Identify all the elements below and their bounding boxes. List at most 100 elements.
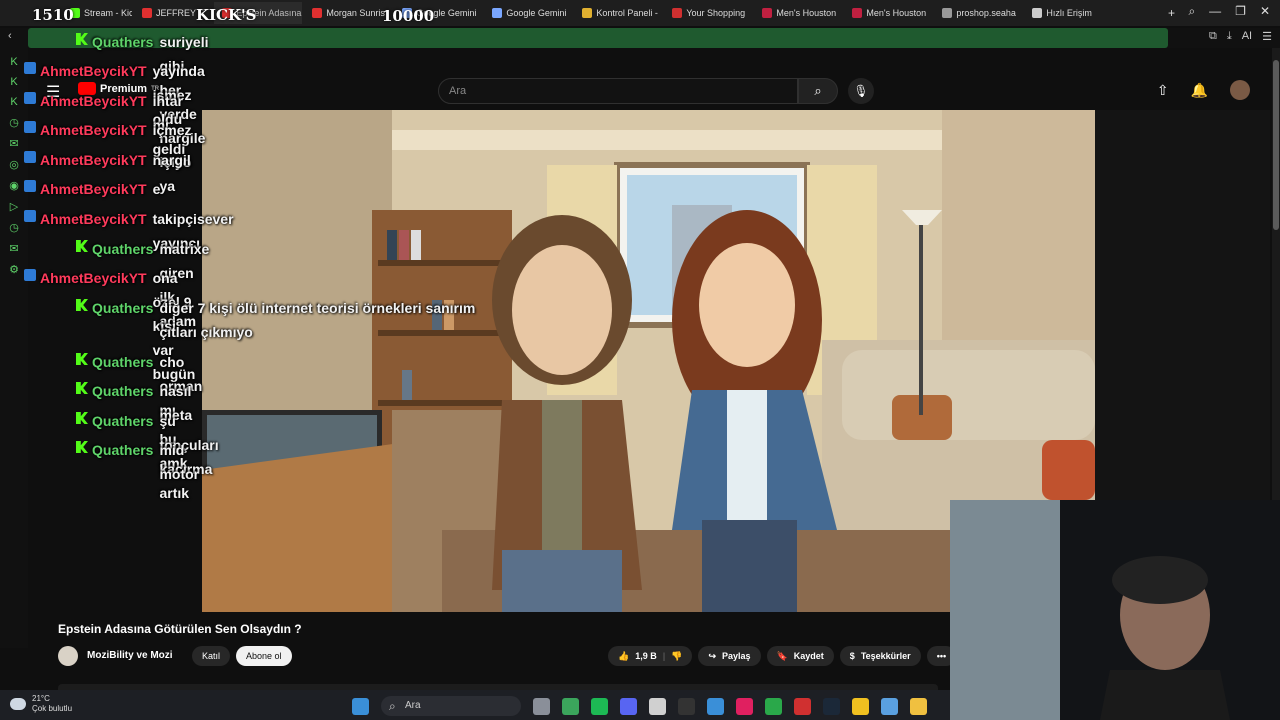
video-actions: 👍 1,9 B | 👎 ↪ Paylaş 🔖 Kaydet $ Teşekkürler ••… [608,646,957,666]
like-button[interactable]: 👍 1,9 B | 👎 [608,646,693,666]
browser-tab[interactable]: Kontrol Paneli - [574,2,662,24]
thanks-button[interactable]: $ Teşekkürler [839,646,921,666]
xbox-icon[interactable] [765,697,782,715]
subscribe-button[interactable]: Abone ol [236,646,292,666]
taskbar-search[interactable]: Ara [381,696,521,716]
clock-icon[interactable]: ◷ [9,221,19,234]
search-tabs-icon[interactable]: ⌕ [1188,4,1195,19]
header-actions: ⇧ 🔔 [1157,80,1250,100]
chat-username[interactable]: AhmetBeycikYT [40,148,147,172]
discord-icon[interactable] [620,697,637,715]
channel-avatar[interactable] [58,646,78,666]
browser-tab[interactable]: Hızlı Erişim [1024,2,1100,24]
upload-icon[interactable]: ⇧ [1157,82,1169,99]
discord-icon[interactable]: ◉ [9,179,19,192]
chat-icon[interactable]: ✉ [9,137,18,150]
address-bar-icons: ⧉ ⤓ AI ☰ [1209,30,1272,43]
menu-icon[interactable]: ☰ [1262,30,1272,43]
search-button[interactable]: ⌕ [798,78,838,104]
history-icon[interactable]: ◷ [9,116,19,129]
thumbs-up-icon: 👍 [618,650,630,661]
epic-icon[interactable] [678,697,695,715]
browser-tab[interactable]: Men's Houston [844,2,932,24]
chat-username[interactable]: Quathers [92,438,153,462]
search-input[interactable]: Ara [438,78,798,104]
scrollbar-thumb[interactable] [1273,60,1279,230]
spotify-icon[interactable] [591,697,608,715]
save-button[interactable]: 🔖 Kaydet [766,646,834,666]
browser-tab[interactable]: Google Gemini [484,2,572,24]
chat-text: mid motor [159,442,200,482]
store-icon[interactable] [649,697,666,715]
back-icon[interactable]: ‹ [8,30,12,42]
network-icon[interactable] [881,697,898,715]
chat-username[interactable]: AhmetBeycikYT [40,177,147,201]
maximize-icon[interactable]: ❐ [1235,4,1246,19]
windows-start-icon[interactable] [352,697,369,715]
browser-tab[interactable]: proshop.seaha [934,2,1022,24]
join-button[interactable]: Katıl [192,646,231,666]
share-icon: ↪ [708,650,717,661]
settings-icon[interactable]: ⚙ [9,263,19,276]
moderator-badge-icon [24,92,36,104]
chat-message: AhmetBeycikYT nargil [24,148,191,172]
webcam-overlay [950,500,1280,720]
photos-icon[interactable] [707,697,724,715]
weather-widget[interactable]: 21°C Çok bulutlu [10,694,72,714]
chat-username[interactable]: AhmetBeycikYT [40,89,147,113]
kick-badge-icon [76,412,88,424]
minimize-icon[interactable]: — [1209,4,1221,19]
tab-favicon-icon [312,8,323,18]
folder-icon[interactable] [910,697,927,715]
kick-icon[interactable]: K [10,76,17,88]
task-view-icon[interactable] [533,697,550,715]
tab-favicon-icon [942,8,953,18]
channel-name[interactable]: MoziBility ve Mozi [87,650,173,661]
chat-username[interactable]: Quathers [92,350,153,374]
chat-text: nargil [152,152,191,168]
tab-label: Hızlı Erişim [1046,8,1092,18]
chat-username[interactable]: AhmetBeycikYT [40,59,147,83]
obs-icon[interactable] [736,697,753,715]
avatar[interactable] [1230,80,1250,100]
voice-search-button[interactable]: 🎙 [848,78,874,104]
browser-tab[interactable]: Your Shopping [664,2,752,24]
right-panel [1095,110,1270,500]
note-icon[interactable] [852,697,869,715]
bell-icon[interactable]: 🔔 [1191,82,1208,99]
chrome-icon[interactable] [562,697,579,715]
thumbs-down-icon[interactable]: 👎 [671,651,682,662]
play-icon[interactable]: ▷ [10,200,18,213]
chat-username[interactable]: AhmetBeycikYT [40,118,147,142]
message-icon[interactable]: ✉ [9,242,18,255]
window-controls: ⌕ — ❐ ✕ [1188,4,1270,19]
tab-label: Google Gemini [506,8,567,18]
tab-label: proshop.seaha [956,8,1016,18]
kick-icon[interactable]: K [10,96,17,108]
share-label: Paylaş [722,651,751,661]
browser-tab[interactable]: Men's Houston [754,2,842,24]
tab-label: Kontrol Paneli - [596,8,658,18]
moderator-badge-icon [24,62,36,74]
chat-username[interactable]: Quathers [92,379,153,403]
download-icon[interactable]: ⤓ [1227,30,1232,43]
instagram-icon[interactable]: ◎ [9,158,19,171]
chat-username[interactable]: Quathers [92,30,153,54]
weather-text: Çok bulutlu [32,704,73,713]
close-icon[interactable]: ✕ [1260,4,1270,19]
extensions-icon[interactable]: ⧉ [1209,30,1217,43]
chat-username[interactable]: Quathers [92,409,153,433]
chat-username[interactable]: AhmetBeycikYT [40,207,147,231]
chat-message: Quathers diğer 7 kişi ölü internet teoris… [76,296,499,344]
browser-tab[interactable]: Morgan Sunris [304,2,392,24]
steam-icon[interactable] [823,697,840,715]
record-icon[interactable] [794,697,811,715]
ai-button[interactable]: AI [1242,30,1252,43]
chat-username[interactable]: AhmetBeycikYT [40,266,147,290]
chat-username[interactable]: Quathers [92,296,153,320]
kick-icon[interactable]: K [10,56,17,68]
chat-username[interactable]: Quathers [92,237,153,261]
moderator-badge-icon [24,121,36,133]
new-tab-button[interactable]: + [1160,2,1183,24]
share-button[interactable]: ↪ Paylaş [698,646,761,666]
